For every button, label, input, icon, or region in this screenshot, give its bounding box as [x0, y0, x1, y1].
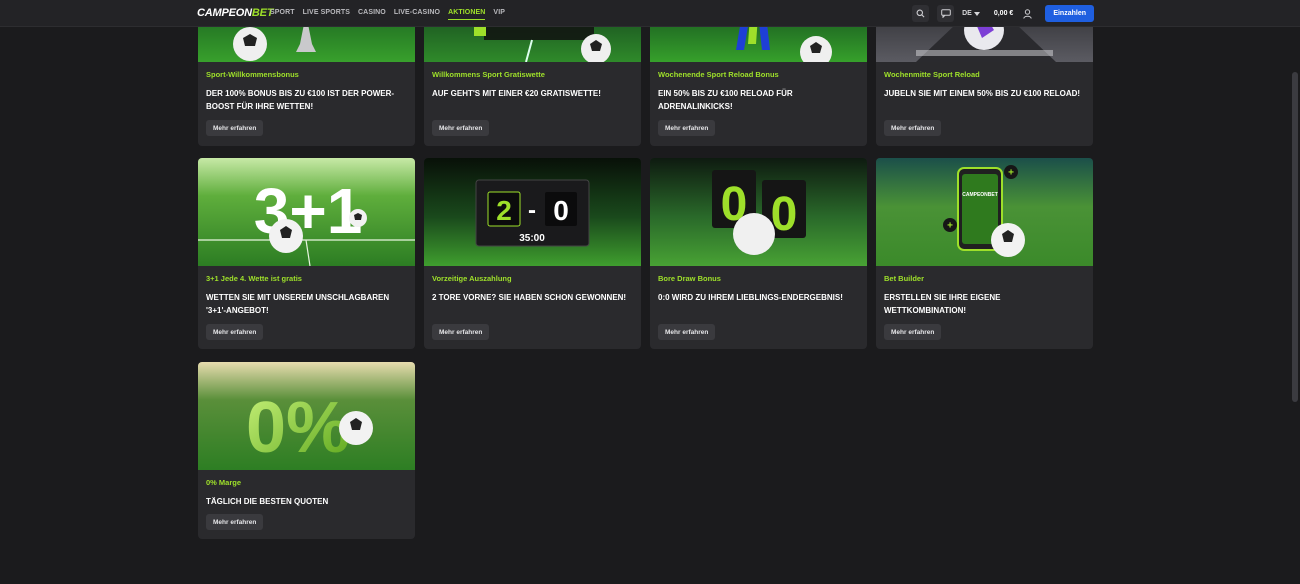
nav-live-sports[interactable]: LIVE SPORTS	[303, 9, 350, 20]
promo-category: Wochenmitte Sport Reload	[884, 70, 980, 79]
learn-more-button[interactable]: Mehr erfahren	[884, 120, 942, 136]
promo-image: CAMPEONBET + +	[876, 158, 1093, 266]
promo-title: TÄGLICH DIE BESTEN QUOTEN	[206, 497, 329, 506]
promo-category: Bet Builder	[884, 274, 925, 283]
scrollbar-thumb[interactable]	[1292, 72, 1298, 402]
score-home: 2	[496, 195, 512, 226]
promo-title: 2 TORE VORNE? SIE HABEN SCHON GEWONNEN!	[432, 293, 627, 302]
header-actions: DE 0,00 € Einzahlen	[912, 5, 1094, 22]
main-nav: SPORT LIVE SPORTS CASINO LIVE-CASINO AKT…	[270, 9, 505, 20]
promo-image: 2 - 0 35:00	[424, 158, 641, 266]
svg-text:+: +	[1008, 168, 1014, 179]
learn-more-button[interactable]: Mehr erfahren	[884, 324, 942, 340]
promo-title: WETTEN SIE MIT UNSEREM UNSCHLAGBAREN '3+…	[206, 293, 390, 315]
promo-title: ERSTELLEN SIE IHRE EIGENE WETTKOMBINATIO…	[884, 293, 1001, 315]
promo-image: 0%	[198, 362, 415, 470]
promo-category: 0% Marge	[206, 478, 242, 487]
language-label: DE	[962, 10, 972, 17]
promo-title: AUF GEHT'S MIT EINER €20 GRATISWETTE!	[432, 89, 601, 98]
nav-live-casino[interactable]: LIVE-CASINO	[394, 9, 440, 20]
score-separator: -	[528, 197, 536, 224]
promo-category: 3+1 Jede 4. Wette ist gratis	[206, 274, 302, 283]
balance: 0,00 €	[993, 10, 1014, 17]
promo-card[interactable]: 0% 0% Marge TÄGLICH DIE BESTEN QUOTEN Me…	[198, 362, 415, 539]
promo-text: Bore Draw Bonus 0:0 WIRD ZU IHREM LIEBLI…	[658, 274, 858, 304]
svg-text:+: +	[947, 221, 953, 232]
promo-title: JUBELN SIE MIT EINEM 50% BIS ZU €100 REL…	[884, 89, 1081, 98]
promo-text: Vorzeitige Auszahlung 2 TORE VORNE? SIE …	[432, 274, 632, 304]
promo-category: Wochenende Sport Reload Bonus	[658, 70, 779, 79]
nav-vip[interactable]: VIP	[493, 9, 505, 20]
scrollbar[interactable]	[1290, 27, 1300, 584]
chat-icon[interactable]	[937, 5, 955, 22]
user-icon[interactable]	[1021, 8, 1033, 20]
promo-text: Willkommens Sport Gratiswette AUF GEHT'S…	[432, 70, 632, 100]
promo-card[interactable]: 0 0 Bore Draw Bonus 0:0 WIRD ZU IHREM LI…	[650, 158, 867, 349]
score-away: 0	[553, 195, 569, 226]
promo-image: 0 0	[650, 158, 867, 266]
promo-card[interactable]: 3+1 3+1 Jede 4. Wette ist gratis WETTEN …	[198, 158, 415, 349]
promo-category: Vorzeitige Auszahlung	[432, 274, 512, 283]
promo-card[interactable]: CAMPEONBET + + Bet Builder ERSTELLEN SIE…	[876, 158, 1093, 349]
nav-aktionen[interactable]: AKTIONEN	[448, 9, 486, 20]
learn-more-button[interactable]: Mehr erfahren	[658, 324, 716, 340]
learn-more-button[interactable]: Mehr erfahren	[206, 514, 264, 530]
promo-text: 0% Marge TÄGLICH DIE BESTEN QUOTEN	[206, 478, 406, 508]
promo-category: Bore Draw Bonus	[658, 274, 721, 283]
phone-logo: CAMPEONBET	[962, 192, 998, 198]
nav-sport[interactable]: SPORT	[270, 9, 295, 20]
promo-category: Willkommens Sport Gratiswette	[432, 70, 545, 79]
top-header: CAMPEONBET SPORT LIVE SPORTS CASINO LIVE…	[0, 0, 1300, 27]
promo-image: 3+1	[198, 158, 415, 266]
search-icon[interactable]	[912, 5, 930, 22]
chevron-down-icon	[973, 11, 980, 16]
promo-text: 3+1 Jede 4. Wette ist gratis WETTEN SIE …	[206, 274, 406, 317]
promo-title: 0:0 WIRD ZU IHREM LIEBLINGS-ENDERGEBNIS!	[658, 293, 843, 302]
image-headline: 0%	[246, 388, 350, 468]
learn-more-button[interactable]: Mehr erfahren	[432, 324, 490, 340]
promo-category: Sport-Willkommensbonus	[206, 70, 299, 79]
logo[interactable]: CAMPEONBET	[197, 7, 273, 19]
promo-card[interactable]: 2 - 0 35:00 Vorzeitige Auszahlung 2 TORE…	[424, 158, 641, 349]
learn-more-button[interactable]: Mehr erfahren	[206, 120, 264, 136]
nav-casino[interactable]: CASINO	[358, 9, 386, 20]
match-time: 35:00	[519, 233, 545, 244]
promo-text: Bet Builder ERSTELLEN SIE IHRE EIGENE WE…	[884, 274, 1084, 317]
learn-more-button[interactable]: Mehr erfahren	[432, 120, 490, 136]
promo-text: Sport-Willkommensbonus DER 100% BONUS BI…	[206, 70, 406, 113]
learn-more-button[interactable]: Mehr erfahren	[206, 324, 264, 340]
promo-text: Wochenmitte Sport Reload JUBELN SIE MIT …	[884, 70, 1084, 100]
promo-title: DER 100% BONUS BIS ZU €100 IST DER POWER…	[206, 89, 395, 111]
deposit-button[interactable]: Einzahlen	[1045, 5, 1094, 22]
logo-text-main: CAMPEON	[197, 7, 252, 19]
promo-title: EIN 50% BIS ZU €100 RELOAD FÜR ADRENALIN…	[658, 89, 793, 111]
learn-more-button[interactable]: Mehr erfahren	[658, 120, 716, 136]
language-select[interactable]: DE	[962, 10, 980, 17]
promo-text: Wochenende Sport Reload Bonus EIN 50% BI…	[658, 70, 858, 113]
